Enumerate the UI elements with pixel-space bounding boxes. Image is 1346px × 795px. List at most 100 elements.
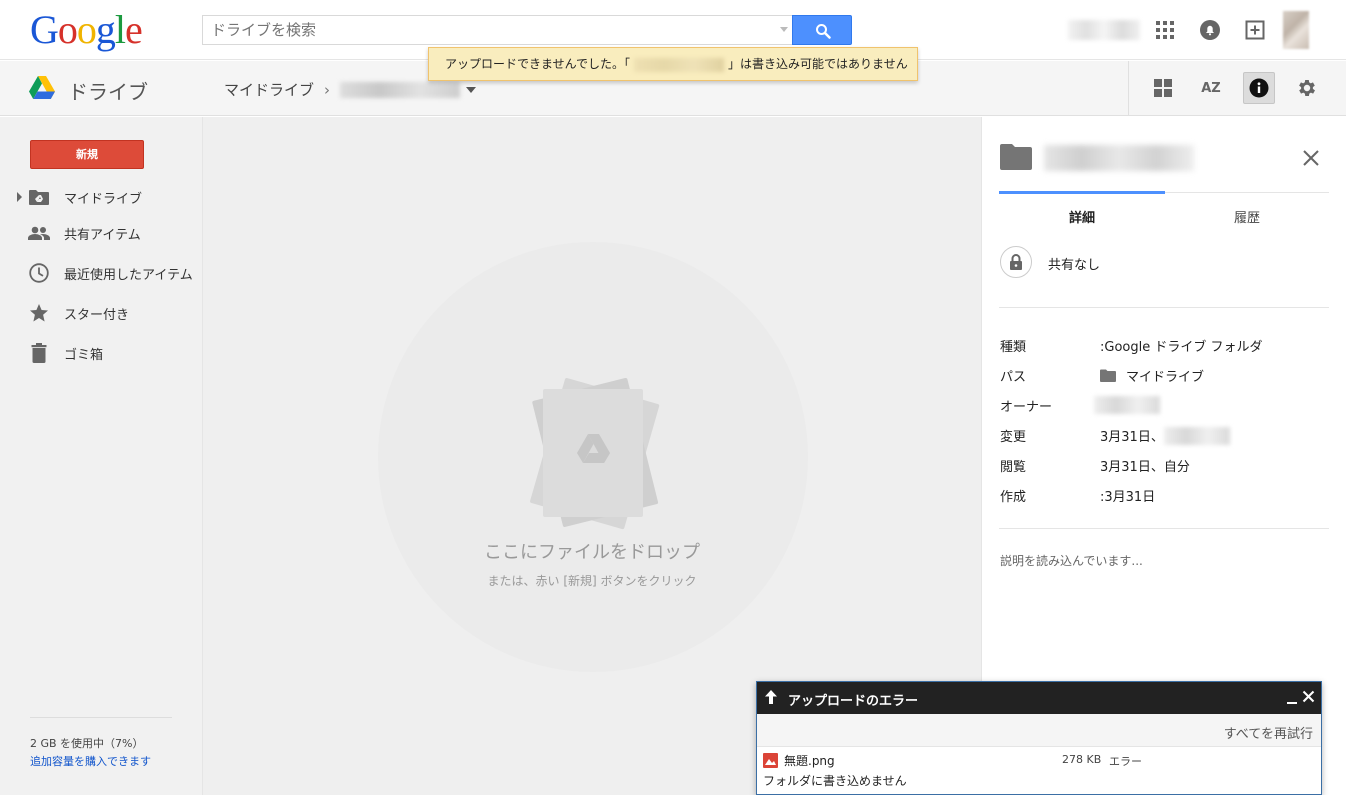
drop-title: ここにファイルをドロップ: [484, 542, 700, 563]
logo-letter: l: [114, 7, 126, 52]
type-label: 種類: [1000, 340, 1027, 355]
close-icon: [1303, 150, 1319, 166]
upload-actions-bar: すべてを再試行: [757, 714, 1321, 747]
search-icon: [816, 24, 831, 39]
sort-az-icon: AZ: [1201, 80, 1221, 96]
sidebar-item-label: マイドライブ: [64, 191, 143, 207]
sidebar-item-starred[interactable]: スター付き: [0, 298, 203, 328]
clock-icon: [28, 262, 50, 284]
lock-icon: [1010, 253, 1022, 270]
viewed-label: 閲覧: [1000, 460, 1027, 475]
divider: [999, 307, 1329, 308]
viewed-value: 3月31日、自分: [1100, 460, 1190, 475]
chevron-down-icon[interactable]: [466, 86, 477, 93]
sharing-status: 共有なし: [1048, 258, 1101, 273]
logo-letter: g: [95, 7, 116, 52]
file-name: 無題.png: [784, 754, 835, 768]
notifications-bell-icon[interactable]: [1198, 18, 1222, 42]
new-button[interactable]: 新規: [30, 140, 144, 169]
tab-details[interactable]: 詳細: [999, 207, 1165, 226]
sharing-settings-button[interactable]: [1000, 246, 1032, 278]
upload-error-dialog: アップロードのエラー すべてを再試行 無題.png 278 KB エラー フォル…: [756, 681, 1322, 795]
sidebar-item-label: 共有アイテム: [64, 227, 141, 243]
owner-value-redacted: [1094, 396, 1160, 414]
search-button[interactable]: [792, 15, 852, 45]
description-loading-text: 説明を読み込んでいます...: [1000, 554, 1143, 568]
drive-folder-icon: [28, 186, 50, 208]
buy-storage-link[interactable]: 追加容量を購入できます: [30, 753, 151, 769]
settings-button[interactable]: [1291, 72, 1323, 104]
app-title[interactable]: ドライブ: [68, 76, 148, 105]
sidebar-item-my-drive[interactable]: マイドライブ: [0, 182, 203, 212]
drive-logo-icon[interactable]: [29, 76, 55, 103]
expand-arrow-icon[interactable]: [17, 192, 22, 202]
file-error-message: フォルダに書き込めません: [763, 774, 907, 788]
minimize-button[interactable]: [1287, 688, 1299, 706]
divider: [30, 717, 172, 718]
sort-button[interactable]: AZ: [1195, 72, 1227, 104]
sidebar-item-label: ゴミ箱: [64, 347, 104, 363]
modified-value: 3月31日、: [1100, 426, 1230, 445]
gear-icon: [1299, 80, 1315, 96]
storage-usage-text: 2 GB を使用中（7%）: [30, 737, 144, 750]
minimize-icon: [1287, 702, 1297, 704]
created-value: :3月31日: [1100, 490, 1156, 505]
breadcrumb-separator: ›: [324, 80, 331, 99]
search-box: [202, 15, 792, 45]
divider: [999, 528, 1329, 529]
sidebar-item-recent[interactable]: 最近使用したアイテム: [0, 258, 203, 288]
info-icon: [1249, 78, 1269, 98]
star-icon: [28, 302, 50, 324]
upload-failed-toast: アップロードできませんでした。「 」は書き込み可能ではありません: [428, 47, 918, 81]
type-value: :Google ドライブ フォルダ: [1100, 340, 1263, 355]
people-icon: [28, 222, 50, 244]
modified-label: 変更: [1000, 430, 1027, 445]
sidebar-item-shared[interactable]: 共有アイテム: [0, 218, 203, 248]
search-input[interactable]: [203, 16, 763, 44]
apps-grid-icon[interactable]: [1153, 18, 1177, 42]
logo-letter: o: [76, 7, 97, 52]
breadcrumb-current-folder-redacted[interactable]: [340, 81, 461, 98]
owner-label: オーナー: [1000, 400, 1053, 415]
sidebar: 新規 マイドライブ 共有アイテム 最近使用したアイテム スター付き ゴミ箱 2 …: [0, 117, 203, 795]
modified-value-text: 3月31日、: [1100, 430, 1164, 445]
avatar[interactable]: [1283, 11, 1309, 49]
close-details-button[interactable]: [1300, 147, 1322, 169]
sidebar-item-label: 最近使用したアイテム: [64, 267, 193, 283]
sidebar-item-trash[interactable]: ゴミ箱: [0, 338, 203, 368]
upload-file-row[interactable]: 無題.png 278 KB エラー フォルダに書き込めません: [757, 748, 1321, 795]
search-options-dropdown[interactable]: [780, 27, 788, 32]
close-dialog-button[interactable]: [1302, 690, 1315, 707]
drop-files-illustration: [513, 372, 673, 536]
grid-view-button[interactable]: [1147, 72, 1179, 104]
folder-name-redacted: [1044, 145, 1194, 171]
active-tab-indicator: [999, 191, 1165, 194]
upload-arrow-icon: [765, 690, 777, 704]
details-info-button[interactable]: [1243, 72, 1275, 104]
file-size: 278 KB: [1062, 753, 1102, 766]
account-name-redacted[interactable]: [1068, 20, 1140, 40]
logo-letter: o: [57, 7, 78, 52]
trash-icon: [28, 342, 50, 364]
tab-activity[interactable]: 履歴: [1165, 207, 1329, 226]
sidebar-item-label: スター付き: [64, 307, 130, 323]
modified-by-redacted: [1163, 426, 1230, 445]
path-value-text: マイドライブ: [1126, 370, 1205, 385]
breadcrumb-root[interactable]: マイドライブ: [224, 79, 314, 100]
google-logo[interactable]: Google: [30, 7, 143, 52]
folder-icon: [1100, 369, 1116, 382]
created-label: 作成: [1000, 490, 1027, 505]
retry-all-button[interactable]: すべてを再試行: [1224, 723, 1313, 742]
redacted-folder-name: [634, 57, 725, 72]
grid-view-icon: [1154, 79, 1172, 97]
upload-dialog-header: アップロードのエラー: [757, 682, 1321, 714]
drop-subtitle: または、赤い [新規] ボタンをクリック: [487, 574, 697, 588]
path-value[interactable]: マイドライブ: [1100, 366, 1204, 385]
breadcrumb: マイドライブ ›: [224, 79, 477, 100]
toast-text-prefix: アップロードできませんでした。「: [445, 57, 631, 71]
view-controls: AZ: [1128, 61, 1346, 116]
share-add-icon[interactable]: [1243, 18, 1267, 42]
folder-icon: [1000, 143, 1032, 175]
logo-letter: G: [30, 7, 59, 52]
file-status: エラー: [1109, 755, 1142, 768]
